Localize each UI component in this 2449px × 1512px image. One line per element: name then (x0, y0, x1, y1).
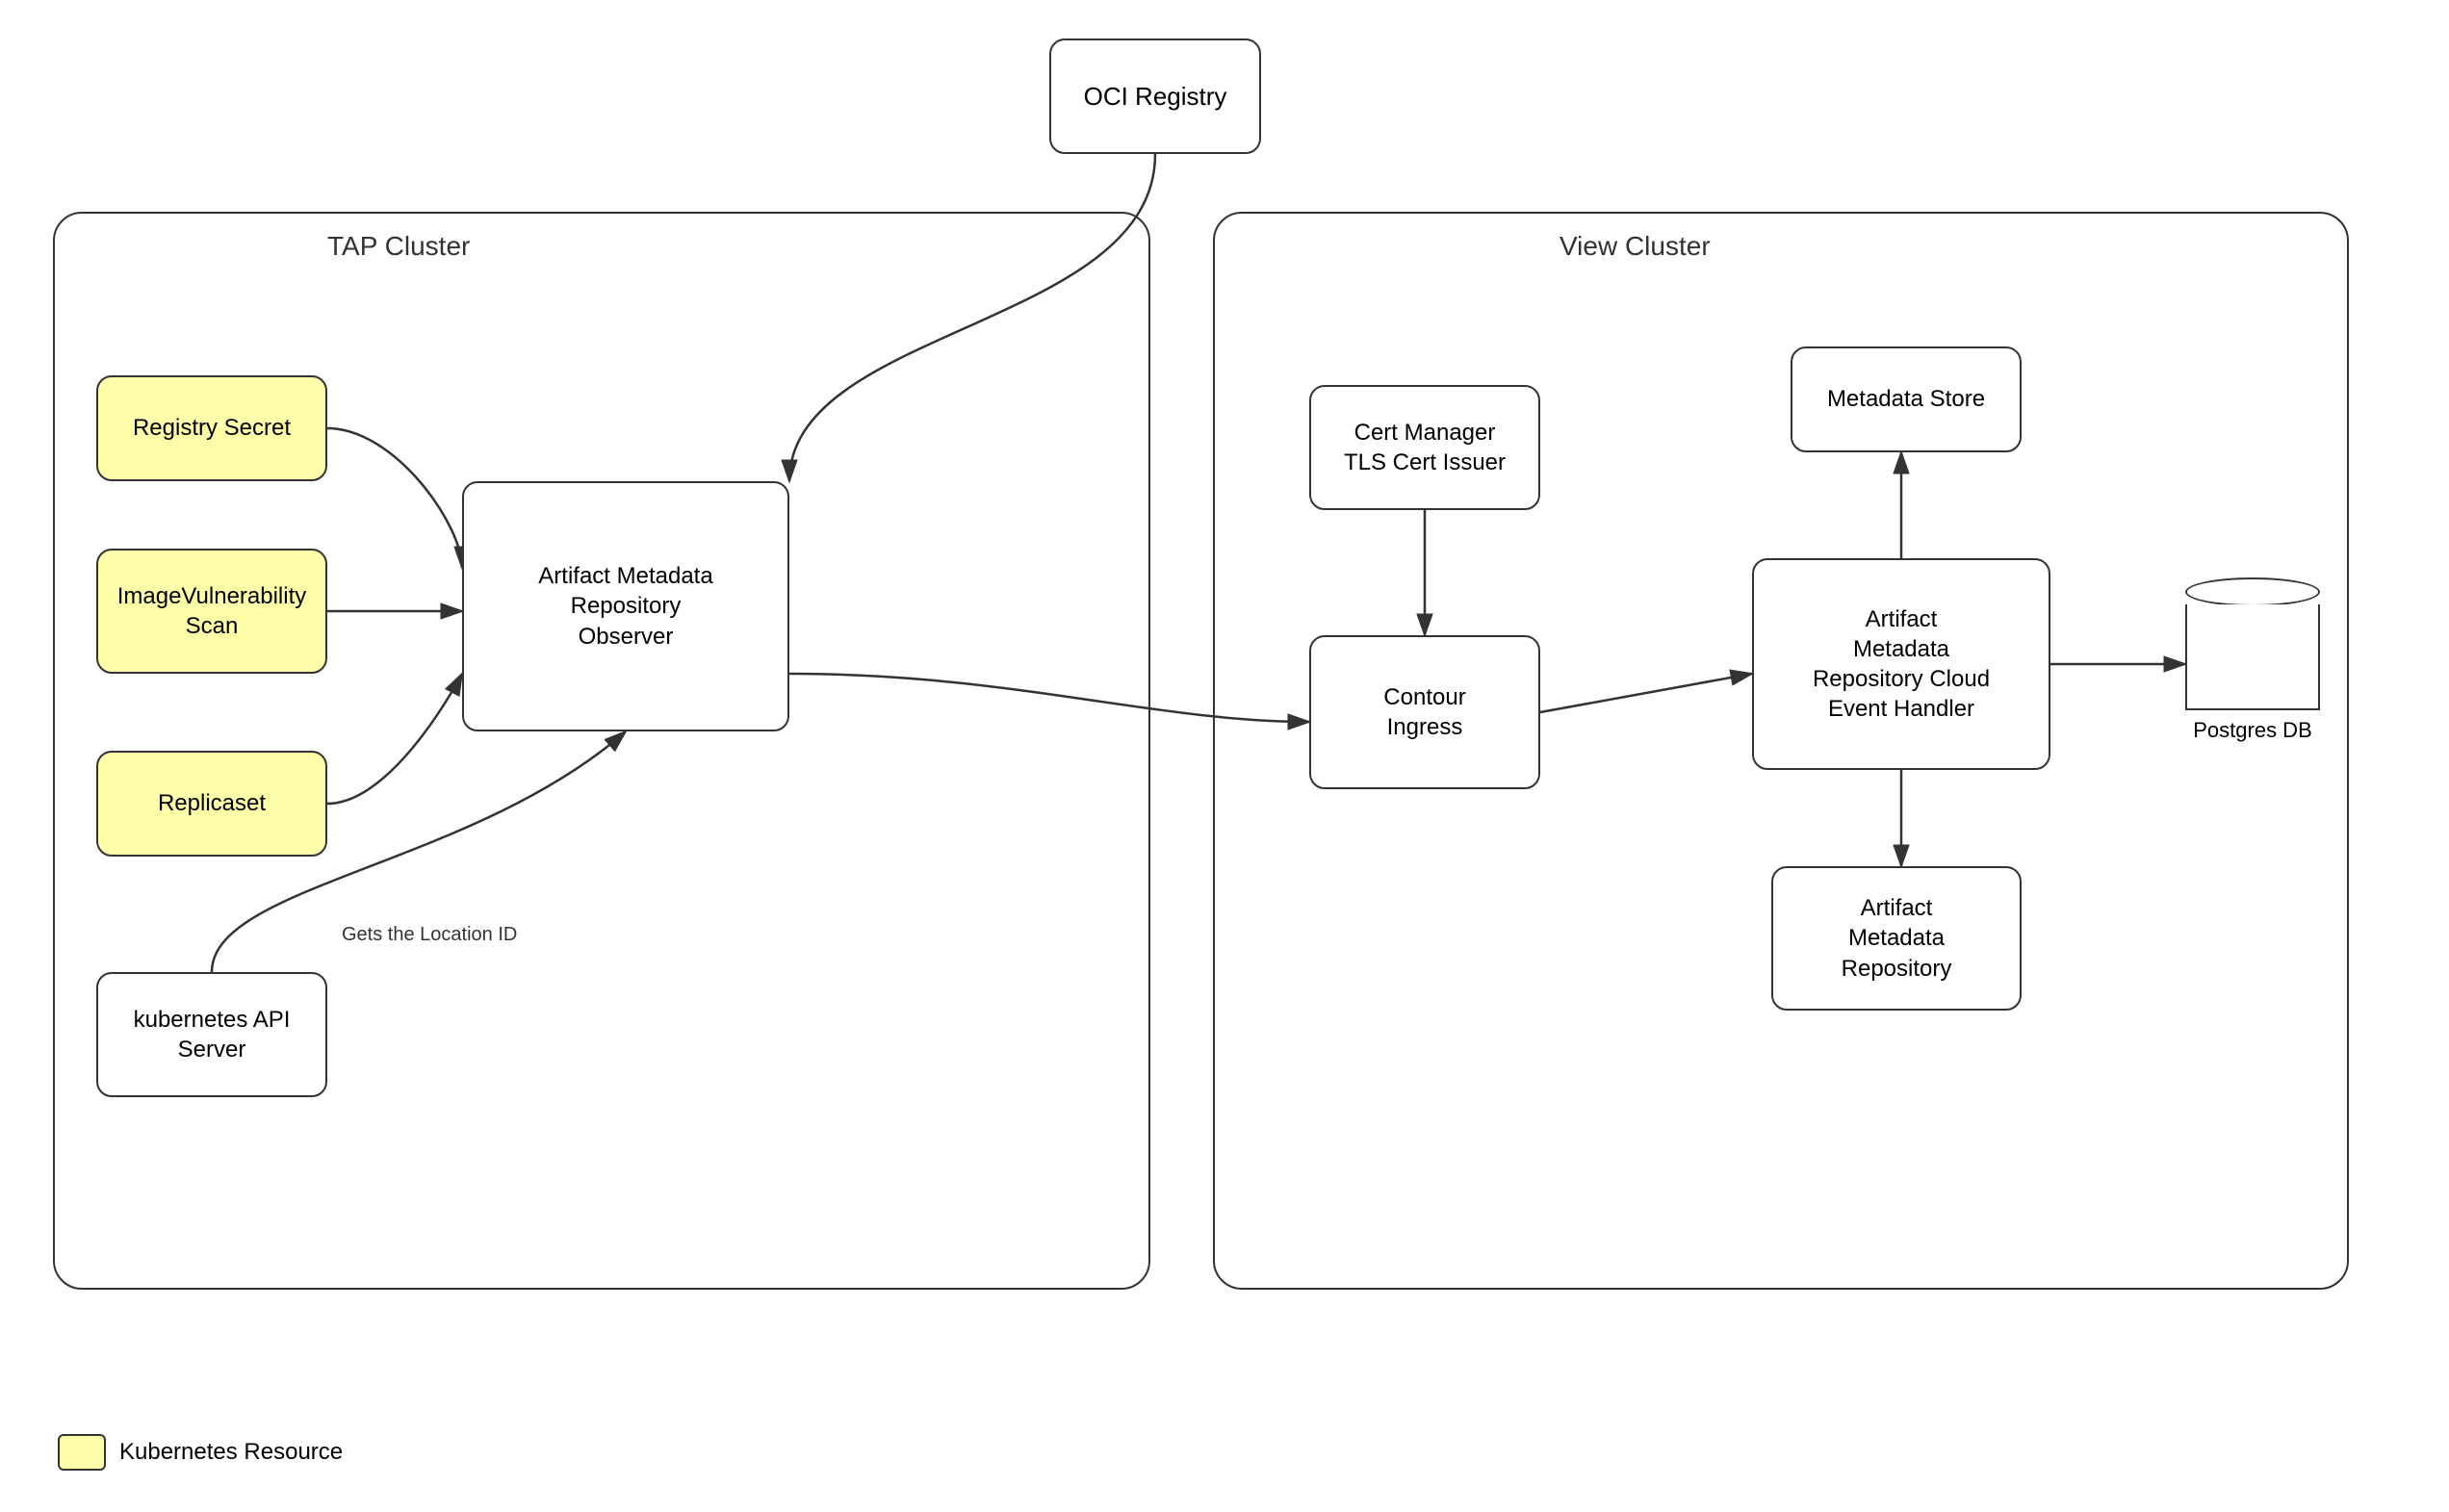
tap-cluster-label: TAP Cluster (327, 231, 470, 262)
replicaset-box: Replicaset (96, 751, 327, 857)
replicaset-label: Replicaset (158, 788, 266, 818)
artifact-repo-box: ArtifactMetadataRepository (1771, 866, 2022, 1011)
gets-location-label: Gets the Location ID (342, 924, 517, 946)
cylinder-body (2185, 604, 2320, 710)
cert-manager-box: Cert ManagerTLS Cert Issuer (1309, 385, 1540, 510)
artifact-observer-box: Artifact MetadataRepositoryObserver (462, 481, 789, 731)
cert-manager-label: Cert ManagerTLS Cert Issuer (1344, 418, 1506, 477)
legend-label: Kubernetes Resource (119, 1439, 343, 1466)
oci-registry-box: OCI Registry (1049, 38, 1261, 154)
postgres-label: Postgres DB (2193, 718, 2312, 743)
metadata-store-box: Metadata Store (1791, 346, 2022, 452)
view-cluster-label: View Cluster (1560, 231, 1711, 262)
image-vuln-box: ImageVulnerabilityScan (96, 549, 327, 674)
artifact-repo-label: ArtifactMetadataRepository (1842, 893, 1952, 984)
artifact-observer-label: Artifact MetadataRepositoryObserver (538, 561, 712, 652)
oci-registry-label: OCI Registry (1084, 82, 1227, 112)
contour-ingress-label: ContourIngress (1383, 682, 1465, 742)
k8s-api-box: kubernetes APIServer (96, 972, 327, 1097)
registry-secret-label: Registry Secret (133, 413, 291, 443)
contour-ingress-box: ContourIngress (1309, 635, 1540, 789)
legend: Kubernetes Resource (58, 1434, 343, 1471)
registry-secret-box: Registry Secret (96, 375, 327, 481)
k8s-api-label: kubernetes APIServer (134, 1005, 291, 1064)
diagram-container: TAP Cluster View Cluster OCI Registry Re… (0, 0, 2449, 1512)
artifact-cloud-box: ArtifactMetadataRepository CloudEvent Ha… (1752, 558, 2050, 770)
cylinder-top (2185, 577, 2320, 606)
artifact-cloud-label: ArtifactMetadataRepository CloudEvent Ha… (1813, 604, 1990, 725)
image-vuln-label: ImageVulnerabilityScan (117, 581, 307, 641)
metadata-store-label: Metadata Store (1827, 384, 1985, 414)
legend-box (58, 1434, 106, 1471)
postgres-db: Postgres DB (2185, 577, 2320, 743)
